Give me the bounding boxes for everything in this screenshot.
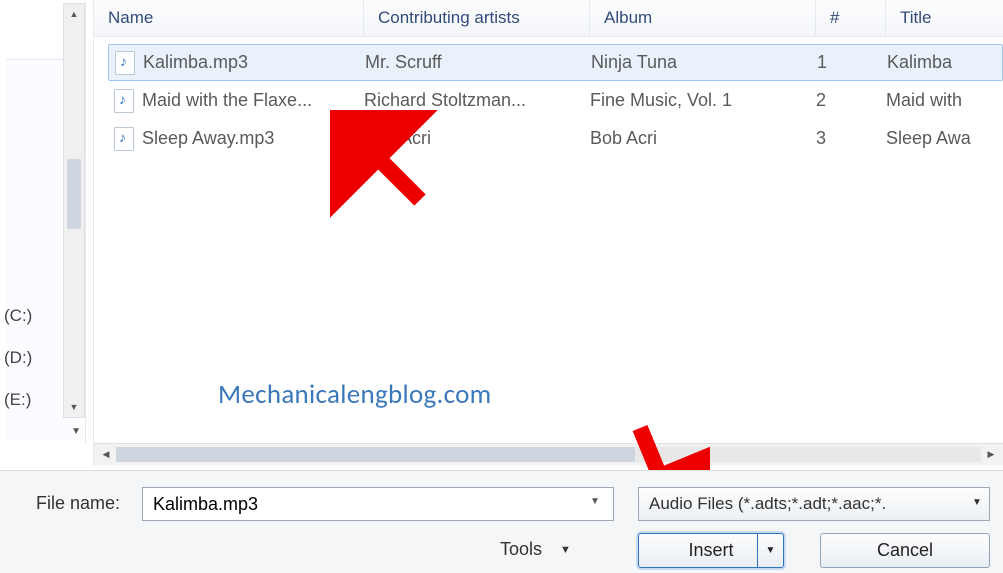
collapse-icon[interactable]: ▼: [71, 426, 81, 437]
filename-label: File name:: [36, 493, 120, 514]
drive-d[interactable]: (D:): [4, 348, 32, 368]
insert-button[interactable]: Insert ▼: [638, 533, 784, 568]
tools-menu[interactable]: Tools ▼: [500, 539, 571, 560]
cell-artist: Mr. Scruff: [365, 52, 591, 73]
watermark-text: Mechanicalengblog.com: [218, 378, 492, 411]
nav-scrollbar[interactable]: ▲ ▼: [63, 3, 85, 418]
header-artist[interactable]: Contributing artists: [364, 0, 590, 36]
header-name[interactable]: Name: [94, 0, 364, 36]
cell-album: Ninja Tuna: [591, 52, 817, 73]
scroll-thumb[interactable]: [67, 159, 81, 229]
header-title[interactable]: Title: [886, 0, 1003, 36]
cell-artist: Bob Acri: [364, 128, 590, 149]
file-list-area: Name Contributing artists Album # Title …: [93, 0, 1003, 465]
cell-name: Maid with the Flaxe...: [142, 90, 312, 111]
chevron-down-icon: ▼: [560, 544, 571, 556]
dialog-bottom-bar: File name: ▼ Audio Files (*.adts;*.adt;*…: [0, 470, 1003, 573]
table-row[interactable]: Maid with the Flaxe... Richard Stoltzman…: [108, 82, 1003, 119]
cell-title: Sleep Awa: [886, 128, 1003, 149]
cell-num: 3: [816, 128, 886, 149]
audio-file-icon: [115, 51, 135, 75]
column-headers: Name Contributing artists Album # Title: [94, 0, 1003, 37]
scroll-down-icon[interactable]: ▼: [67, 400, 81, 414]
scroll-right-icon[interactable]: ▶: [983, 447, 999, 462]
insert-button-label: Insert: [688, 540, 733, 561]
file-filter-select[interactable]: Audio Files (*.adts;*.adt;*.aac;*.: [638, 487, 990, 521]
cell-name: Sleep Away.mp3: [142, 128, 274, 149]
hscroll-thumb[interactable]: [116, 447, 635, 462]
hscroll-track[interactable]: [116, 447, 981, 462]
cell-album: Bob Acri: [590, 128, 816, 149]
header-album[interactable]: Album: [590, 0, 816, 36]
horizontal-scrollbar[interactable]: ◀ ▶: [94, 443, 1003, 465]
cancel-button-label: Cancel: [877, 540, 933, 561]
tools-label: Tools: [500, 539, 542, 560]
cell-artist: Richard Stoltzman...: [364, 90, 590, 111]
cell-num: 1: [817, 52, 887, 73]
cancel-button[interactable]: Cancel: [820, 533, 990, 568]
cell-name: Kalimba.mp3: [143, 52, 248, 73]
cell-num: 2: [816, 90, 886, 111]
table-row[interactable]: Sleep Away.mp3 Bob Acri Bob Acri 3 Sleep…: [108, 120, 1003, 157]
scroll-up-icon[interactable]: ▲: [67, 7, 81, 21]
filename-input[interactable]: [142, 487, 614, 521]
insert-split-chevron-icon[interactable]: ▼: [757, 534, 783, 567]
drive-c[interactable]: (C:): [4, 306, 32, 326]
header-num[interactable]: #: [816, 0, 886, 36]
drive-e[interactable]: (E:): [4, 390, 31, 410]
table-row[interactable]: Kalimba.mp3 Mr. Scruff Ninja Tuna 1 Kali…: [108, 44, 1003, 81]
cell-title: Maid with: [886, 90, 1003, 111]
audio-file-icon: [114, 89, 134, 113]
cell-album: Fine Music, Vol. 1: [590, 90, 816, 111]
scroll-left-icon[interactable]: ◀: [98, 447, 114, 462]
nav-pane: ▲ ▼ (C:) (D:) (E:) ▼: [0, 0, 86, 443]
audio-file-icon: [114, 127, 134, 151]
file-filter-text: Audio Files (*.adts;*.adt;*.aac;*.: [649, 494, 886, 514]
cell-title: Kalimba: [887, 52, 1002, 73]
